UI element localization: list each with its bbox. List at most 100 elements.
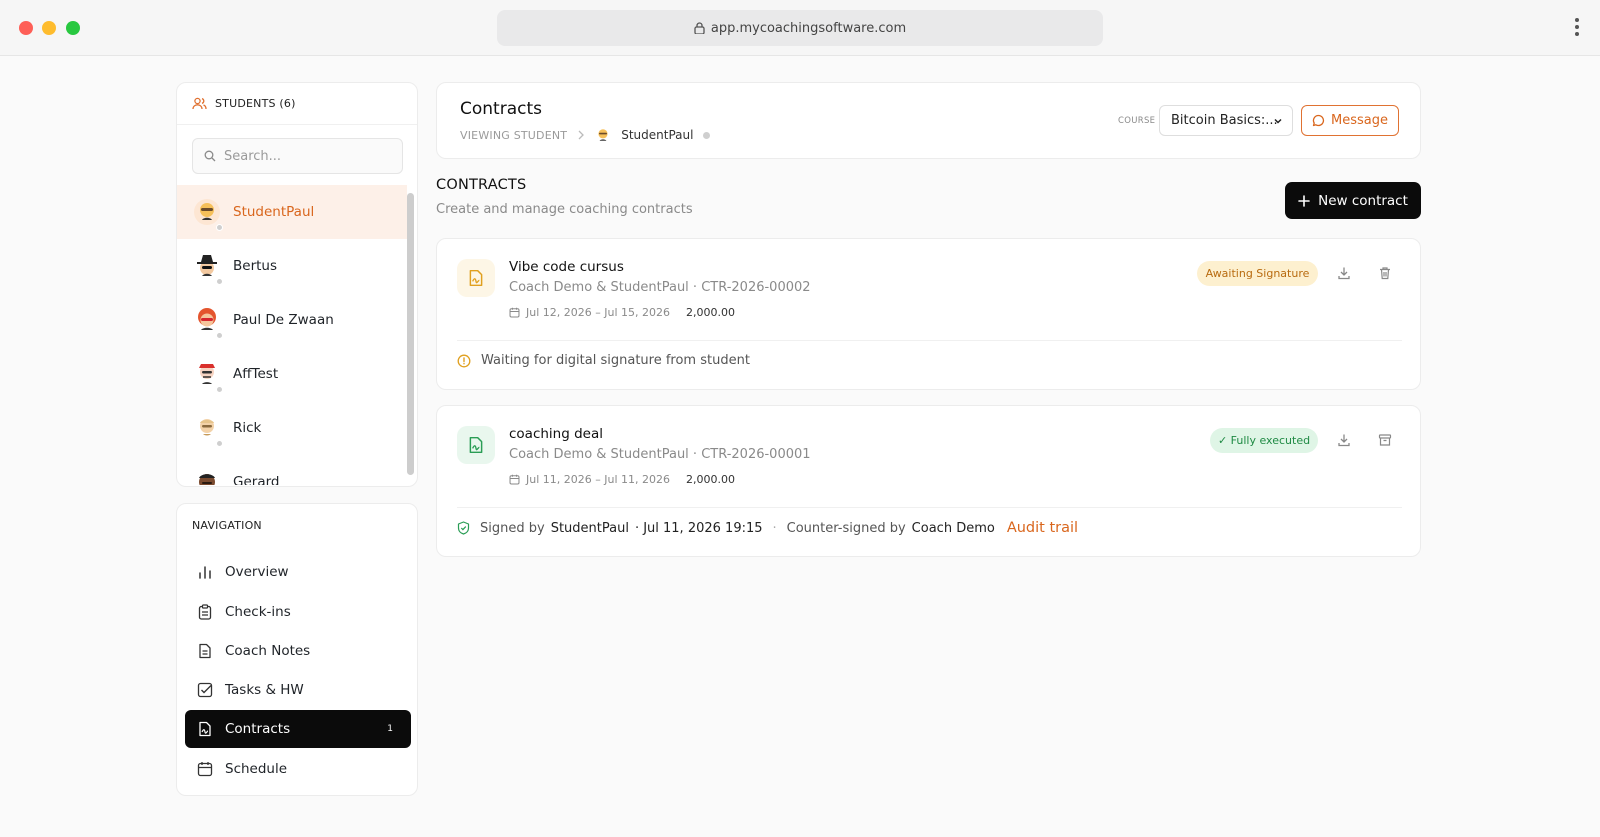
contract-meta: Jul 12, 2026 – Jul 15, 2026 2,000.00: [509, 306, 735, 319]
course-label: COURSE: [1118, 116, 1156, 126]
contract-footer-text: Waiting for digital signature from stude…: [481, 353, 750, 368]
bar-chart-icon: [199, 566, 211, 579]
course-select-value: Bitcoin Basics:...: [1171, 113, 1278, 128]
plus-icon: [1298, 194, 1310, 207]
contract-name: Vibe code cursus: [509, 259, 624, 275]
separator: ·: [772, 520, 777, 536]
delete-contract-button[interactable]: [1375, 263, 1395, 283]
window-close-button[interactable]: [19, 21, 33, 35]
student-search[interactable]: [192, 138, 403, 174]
address-bar-url: app.mycoachingsoftware.com: [710, 20, 907, 36]
student-name: Paul De Zwaan: [233, 312, 334, 328]
student-name: Bertus: [233, 258, 278, 274]
student-item-gerard[interactable]: Gerard: [177, 455, 407, 485]
alert-circle-icon: [457, 354, 471, 367]
window-maximize-button[interactable]: [66, 21, 80, 35]
contract-executed-icon: [457, 426, 495, 464]
nav-item-overview[interactable]: Overview: [185, 553, 411, 591]
trash-icon: [1380, 267, 1390, 280]
clipboard-icon: [198, 604, 212, 620]
avatar: [595, 127, 611, 143]
new-contract-label: New contract: [1318, 192, 1408, 209]
nav-item-label: Overview: [225, 564, 289, 580]
course-select[interactable]: Bitcoin Basics:...: [1159, 105, 1293, 136]
nav-item-coach-notes[interactable]: Coach Notes: [185, 632, 411, 670]
students-header: STUDENTS (6): [177, 83, 417, 125]
avatar: [193, 306, 223, 339]
chevron-down-icon: [1274, 118, 1282, 124]
students-panel: STUDENTS (6) StudentPaul Bertus: [176, 82, 418, 487]
signed-at: · Jul 11, 2026 19:15: [634, 520, 763, 536]
download-contract-button[interactable]: [1334, 263, 1354, 283]
navigation-heading: NAVIGATION: [192, 519, 262, 532]
message-button[interactable]: Message: [1301, 105, 1399, 136]
search-icon: [204, 150, 216, 162]
download-icon: [1338, 267, 1350, 280]
student-status-dot: [703, 131, 711, 139]
student-item-studentpaul[interactable]: StudentPaul: [177, 185, 407, 239]
document-icon: [199, 643, 211, 659]
contract-pending-icon: [457, 259, 495, 297]
archive-icon: [1378, 434, 1392, 446]
contract-card: coaching deal Coach Demo & StudentPaul ·…: [436, 405, 1421, 557]
new-contract-button[interactable]: New contract: [1285, 182, 1421, 219]
student-name: AffTest: [233, 366, 279, 382]
calendar-icon: [197, 762, 213, 777]
search-input[interactable]: [224, 148, 394, 164]
avatar: [193, 360, 223, 393]
nav-item-label: Schedule: [225, 761, 288, 777]
browser-toolbar: app.mycoachingsoftware.com: [0, 0, 1600, 56]
student-name: Rick: [233, 420, 262, 436]
viewing-student-label: VIEWING STUDENT: [460, 128, 568, 142]
viewing-student-name: StudentPaul: [621, 128, 694, 142]
contract-amount: 2,000.00: [686, 473, 735, 486]
signed-by-name: StudentPaul: [550, 520, 629, 536]
lock-icon: [694, 22, 705, 34]
nav-item-tasks-hw[interactable]: Tasks & HW: [185, 671, 411, 709]
nav-item-check-ins[interactable]: Check-ins: [185, 593, 411, 631]
countersigned-prefix: Counter-signed by: [786, 520, 906, 536]
contract-dates: Jul 12, 2026 – Jul 15, 2026: [526, 306, 670, 319]
checkbox-icon: [197, 682, 213, 698]
nav-item-schedule[interactable]: Schedule: [185, 750, 411, 788]
student-item-paul-de-zwaan[interactable]: Paul De Zwaan: [177, 293, 407, 347]
student-list-scrollbar[interactable]: [407, 185, 414, 485]
browser-menu-icon[interactable]: [1574, 18, 1580, 36]
status-badge: Awaiting Signature: [1197, 261, 1318, 286]
calendar-icon: [509, 474, 520, 485]
audit-trail-link[interactable]: Audit trail: [1007, 520, 1078, 536]
status-badge: ✓ Fully executed: [1210, 428, 1318, 453]
address-bar[interactable]: app.mycoachingsoftware.com: [497, 10, 1103, 46]
avatar: [193, 198, 223, 231]
contract-dates: Jul 11, 2026 – Jul 11, 2026: [526, 473, 670, 486]
message-button-label: Message: [1331, 113, 1388, 128]
nav-item-label: Contracts: [225, 721, 291, 737]
navigation-panel: NAVIGATION Overview Check-ins Coach Note…: [176, 503, 418, 796]
nav-item-label: Check-ins: [225, 604, 291, 620]
nav-item-label: Tasks & HW: [225, 682, 304, 698]
student-item-afftest[interactable]: AffTest: [177, 347, 407, 401]
contract-footer: Signed by StudentPaul · Jul 11, 2026 19:…: [457, 520, 1078, 536]
contract-card: Vibe code cursus Coach Demo & StudentPau…: [436, 238, 1421, 390]
nav-item-label: Coach Notes: [225, 643, 311, 659]
shield-check-icon: [457, 521, 470, 535]
window-minimize-button[interactable]: [42, 21, 56, 35]
archive-contract-button[interactable]: [1375, 430, 1395, 450]
download-contract-button[interactable]: [1334, 430, 1354, 450]
users-icon: [192, 97, 207, 110]
contract-footer: Waiting for digital signature from stude…: [457, 353, 750, 368]
page-header: Contracts VIEWING STUDENT StudentPaul CO…: [436, 82, 1421, 159]
app-page: STUDENTS (6) StudentPaul Bertus: [0, 56, 1600, 837]
avatar: [193, 414, 223, 447]
student-item-rick[interactable]: Rick: [177, 401, 407, 455]
contract-amount: 2,000.00: [686, 306, 735, 319]
signature-icon: [199, 721, 211, 737]
nav-item-contracts[interactable]: Contracts 1: [185, 710, 411, 748]
student-name: Gerard: [233, 474, 280, 485]
contracts-count-badge: 1: [387, 724, 393, 734]
breadcrumb: VIEWING STUDENT StudentPaul: [460, 127, 711, 143]
divider: [457, 340, 1402, 341]
student-item-bertus[interactable]: Bertus: [177, 239, 407, 293]
download-icon: [1338, 434, 1350, 447]
contracts-section-subtitle: Create and manage coaching contracts: [436, 202, 693, 217]
